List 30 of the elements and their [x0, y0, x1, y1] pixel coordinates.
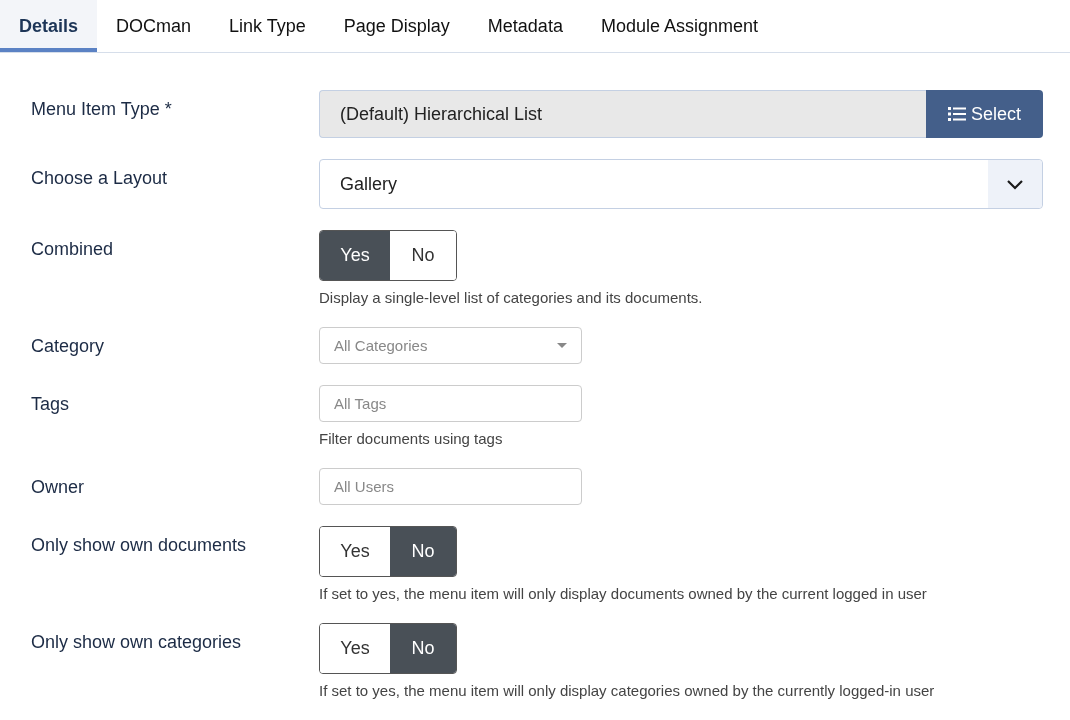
field-label: Tags: [31, 393, 71, 416]
tab[interactable]: DOCman: [97, 0, 211, 52]
menu-item-type-field: (Default) Hierarchical List: [319, 90, 926, 138]
tab[interactable]: Details: [0, 0, 98, 52]
field-label: Owner: [31, 476, 85, 499]
tab[interactable]: Module Assignment: [581, 0, 777, 52]
caret-down-icon: [557, 342, 567, 349]
layout-select[interactable]: Gallery: [319, 159, 1043, 209]
help-text: Display a single-level list of categories and its documents.: [319, 289, 704, 306]
help-text: Filter documents using tags: [319, 430, 504, 447]
toggle-option[interactable]: No: [390, 624, 456, 673]
field-label: Menu Item Type *: [31, 98, 173, 121]
help-text: If set to yes, the menu item will only display documents owned by the current logged in user: [319, 585, 928, 602]
list-icon: [948, 106, 966, 122]
field-label: Choose a Layout: [31, 167, 169, 190]
toggle-option[interactable]: Yes: [320, 231, 390, 280]
help-text: If set to yes, the menu item will only display categories owned by the currently logged-in user: [319, 682, 936, 699]
tab[interactable]: Metadata: [468, 0, 582, 52]
category-dropdown[interactable]: All Categories: [319, 327, 582, 364]
input-field[interactable]: All Tags: [319, 385, 582, 422]
field-label: Only show own categories: [31, 631, 243, 654]
chevron-down-icon: [1006, 178, 1024, 190]
toggle-option[interactable]: No: [390, 527, 456, 576]
tab[interactable]: Page Display: [324, 0, 469, 52]
select-button[interactable]: Select: [926, 90, 1043, 138]
tab[interactable]: Link Type: [210, 0, 325, 52]
input-field[interactable]: All Users: [319, 468, 582, 505]
field-label: Only show own documents: [31, 534, 248, 557]
field-label: Combined: [31, 238, 115, 261]
field-label: Category: [31, 335, 106, 358]
